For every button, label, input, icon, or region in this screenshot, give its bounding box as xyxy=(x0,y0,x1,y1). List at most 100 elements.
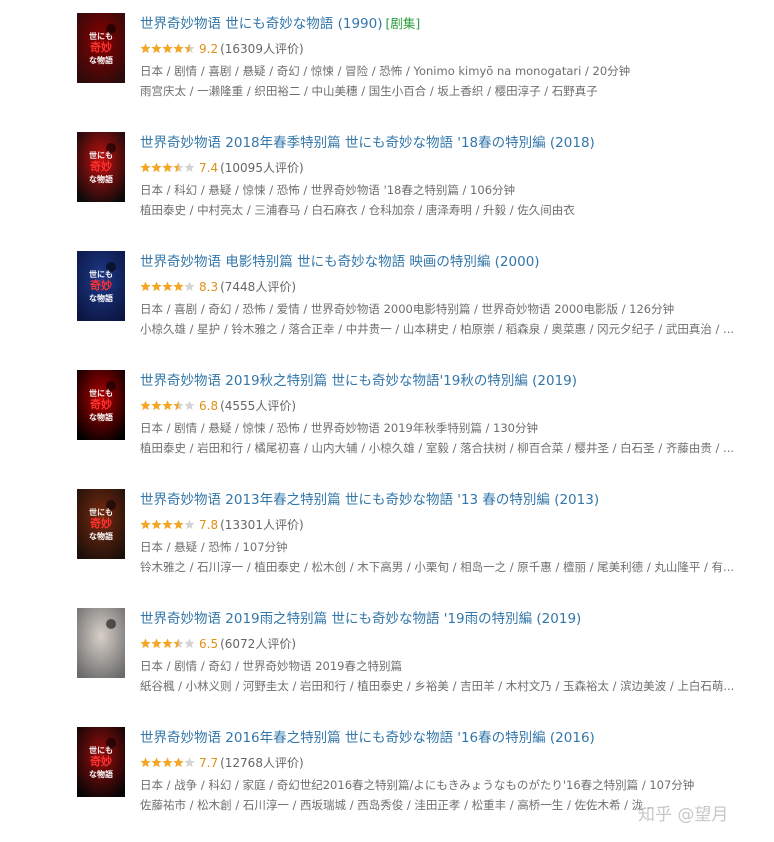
poster-art: 世にも奇妙な物語 xyxy=(77,13,125,83)
title: 世界奇妙物语 2018年春季特别篇 世にも奇妙な物語 '18春の特別編 (201… xyxy=(140,134,754,152)
poster-logo-text: 世にも xyxy=(89,745,113,755)
meta-info: 日本 / 剧情 / 奇幻 / 世界奇妙物语 2019春之特别篇 xyxy=(140,659,402,673)
rating-score: 6.5 xyxy=(199,637,219,651)
star-icon-filled xyxy=(140,757,151,768)
poster-logo-text: な物語 xyxy=(89,769,113,779)
list-item: 世にも 奇妙 な物語 世界奇妙物语 电影特别篇 世にも奇妙な物語 映画の特別編 (2… xyxy=(0,251,774,361)
poster-logo-text: 奇妙 xyxy=(90,516,112,530)
cast-info: 铃木雅之 / 石川淳一 / 植田泰史 / 松木创 / 木下高男 / 小栗旬 / … xyxy=(140,560,735,574)
rating-row: 7.8 (13301人评价) xyxy=(140,517,304,534)
star-icon-filled xyxy=(151,281,162,292)
poster-image[interactable]: 世にも 奇妙 な物語 xyxy=(77,489,125,559)
poster-art: 世にも奇妙な物語 xyxy=(77,370,125,440)
poster-art: 世にも奇妙な物語 xyxy=(77,727,125,797)
star-icon-filled xyxy=(173,281,184,292)
rating-stars xyxy=(140,399,196,415)
poster-logo-text: 奇妙 xyxy=(90,397,112,411)
title-link[interactable]: 世界奇妙物语 2013年春之特别篇 世にも奇妙な物語 '13 春の特別編 (20… xyxy=(140,492,599,508)
rating-stars xyxy=(140,161,196,177)
list-item: 世にも 奇妙 な物語 世界奇妙物语 2013年春之特别篇 世にも奇妙な物語 '13 … xyxy=(0,489,774,599)
poster-image[interactable] xyxy=(77,608,125,678)
star-icon xyxy=(184,400,195,411)
title-link[interactable]: 世界奇妙物语 世にも奇妙な物語 (1990) xyxy=(140,16,382,32)
star-icon-filled xyxy=(140,519,151,530)
star-icon xyxy=(184,281,195,292)
rating-score: 7.8 xyxy=(199,518,219,532)
rating-score: 6.8 xyxy=(199,399,219,413)
rating-count: (7448人评价) xyxy=(220,280,296,294)
title: 世界奇妙物语 2016年春之特别篇 世にも奇妙な物語 '16春の特別編 (201… xyxy=(140,729,754,747)
rating-count: (10095人评价) xyxy=(220,161,304,175)
rating-row: 7.7 (12768人评价) xyxy=(140,755,304,772)
rating-stars xyxy=(140,280,196,296)
poster-logo-text: な物語 xyxy=(89,531,113,541)
star-icon-filled xyxy=(140,400,151,411)
rating-score: 8.3 xyxy=(199,280,219,294)
poster-background xyxy=(77,608,125,678)
star-icon-filled xyxy=(140,281,151,292)
rating-stars xyxy=(140,756,196,772)
list-item: 世にも 奇妙 な物語 世界奇妙物语 2019秋之特别篇 世にも奇妙な物語'19秋の特… xyxy=(0,370,774,480)
cast-info: 小椋久雄 / 星护 / 铃木雅之 / 落合正幸 / 中井贵一 / 山本耕史 / … xyxy=(140,322,735,336)
meta-info: 日本 / 科幻 / 悬疑 / 惊悚 / 恐怖 / 世界奇妙物语 '18春之特别篇… xyxy=(140,183,516,197)
cast-info: 雨宫庆太 / 一濑隆重 / 织田裕二 / 中山美穗 / 国生小百合 / 坂上香织… xyxy=(140,84,598,98)
poster-logo-text: 奇妙 xyxy=(90,40,112,54)
title: 世界奇妙物语 2019雨之特别篇 世にも奇妙な物語 '19雨の特別編 (2019… xyxy=(140,610,754,628)
title-link[interactable]: 世界奇妙物语 2018年春季特别篇 世にも奇妙な物語 '18春の特別編 (201… xyxy=(140,135,595,151)
meta-info: 日本 / 悬疑 / 恐怖 / 107分钟 xyxy=(140,540,288,554)
rating-count: (6072人评价) xyxy=(220,637,296,651)
rating-count: (12768人评价) xyxy=(220,756,304,770)
stars-graphic xyxy=(140,519,195,530)
star-icon xyxy=(184,638,195,649)
title-link[interactable]: 世界奇妙物语 2019雨之特别篇 世にも奇妙な物語 '19雨の特別編 (2019… xyxy=(140,611,581,627)
watermark: 知乎 @望月 xyxy=(638,805,729,825)
cast-info: 紙谷楓 / 小林义则 / 河野圭太 / 岩田和行 / 植田泰史 / 乡裕美 / … xyxy=(140,679,735,693)
star-icon-filled xyxy=(173,43,184,54)
rating-stars xyxy=(140,42,196,58)
rating-row: 6.8 (4555人评价) xyxy=(140,398,296,415)
star-icon-filled xyxy=(151,638,162,649)
stars-graphic xyxy=(140,162,195,173)
star-icon-filled xyxy=(140,638,151,649)
poster-image[interactable]: 世にも 奇妙 な物語 xyxy=(77,370,125,440)
star-icon-filled xyxy=(151,162,162,173)
star-icon xyxy=(184,162,195,173)
title-link[interactable]: 世界奇妙物语 2019秋之特别篇 世にも奇妙な物語'19秋の特別編 (2019) xyxy=(140,373,577,389)
title: 世界奇妙物语 2013年春之特别篇 世にも奇妙な物語 '13 春の特別編 (20… xyxy=(140,491,754,509)
star-icon-filled xyxy=(140,162,151,173)
star-icon-filled xyxy=(162,638,173,649)
title-link[interactable]: 世界奇妙物语 电影特别篇 世にも奇妙な物語 映画の特別編 (2000) xyxy=(140,254,540,270)
poster-logo-text: 世にも xyxy=(89,388,113,398)
poster-image[interactable]: 世にも 奇妙 な物語 xyxy=(77,132,125,202)
poster-art: 世にも奇妙な物語 xyxy=(77,489,125,559)
title-link[interactable]: 世界奇妙物语 2016年春之特别篇 世にも奇妙な物語 '16春の特別編 (201… xyxy=(140,730,595,746)
title: 世界奇妙物语 电影特别篇 世にも奇妙な物語 映画の特別編 (2000) xyxy=(140,253,754,271)
poster-art xyxy=(77,608,125,678)
star-icon-filled xyxy=(151,43,162,54)
meta-info: 日本 / 剧情 / 悬疑 / 惊悚 / 恐怖 / 世界奇妙物语 2019年秋季特… xyxy=(140,421,538,435)
star-icon-filled xyxy=(173,519,184,530)
rating-score: 7.4 xyxy=(199,161,219,175)
stars-graphic xyxy=(140,638,195,649)
poster-image[interactable]: 世にも 奇妙 な物語 xyxy=(77,13,125,83)
star-icon-filled xyxy=(162,757,173,768)
star-icon-filled xyxy=(162,400,173,411)
star-icon-filled xyxy=(173,757,184,768)
poster-logo-text: な物語 xyxy=(89,293,113,303)
rating-count: (4555人评价) xyxy=(220,399,296,413)
poster-image[interactable]: 世にも 奇妙 な物語 xyxy=(77,727,125,797)
star-icon xyxy=(184,757,195,768)
stars-graphic xyxy=(140,757,195,768)
cast-info: 植田泰史 / 中村亮太 / 三浦春马 / 白石麻衣 / 仓科加奈 / 唐泽寿明 … xyxy=(140,203,575,217)
poster-art: 世にも奇妙な物語 xyxy=(77,251,125,321)
poster-image[interactable]: 世にも 奇妙 な物語 xyxy=(77,251,125,321)
list-item: 世にも 奇妙 な物語 世界奇妙物语 世にも奇妙な物語 (1990) [剧集] 9.2(… xyxy=(0,13,774,123)
stars-graphic xyxy=(140,43,195,54)
rating-count: (13301人评价) xyxy=(220,518,304,532)
rating-row: 8.3 (7448人评价) xyxy=(140,279,296,296)
title: 世界奇妙物语 2019秋之特别篇 世にも奇妙な物語'19秋の特別編 (2019) xyxy=(140,372,754,390)
star-icon xyxy=(184,519,195,530)
cast-info: 植田泰史 / 岩田和行 / 橘尾初喜 / 山内大辅 / 小椋久雄 / 室毅 / … xyxy=(140,441,735,455)
poster-logo-text: 奇妙 xyxy=(90,754,112,768)
poster-logo-text: 奇妙 xyxy=(90,278,112,292)
